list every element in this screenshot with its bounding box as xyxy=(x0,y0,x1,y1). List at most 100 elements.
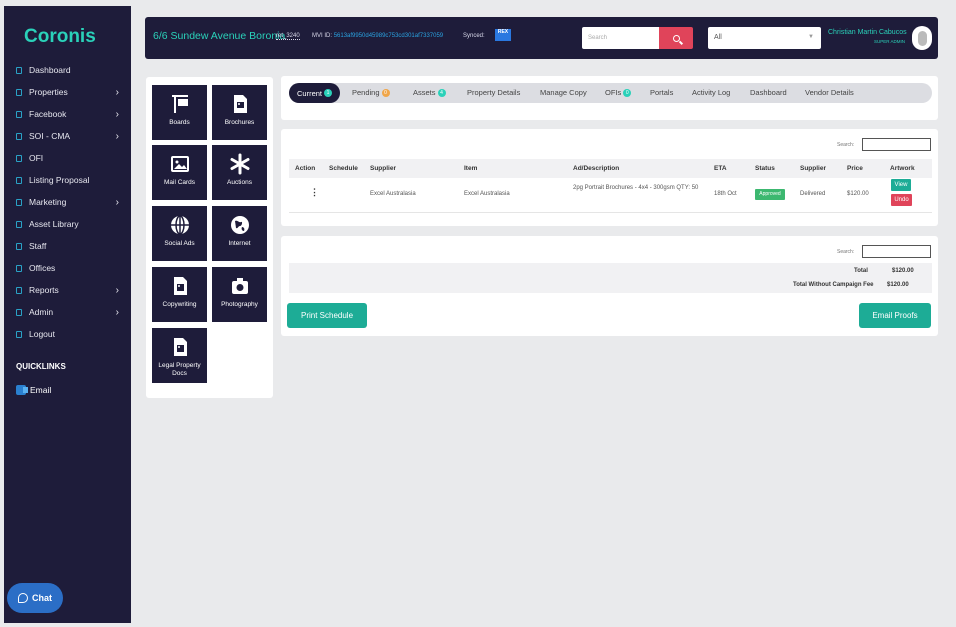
quicklink-label: Email xyxy=(30,385,52,395)
tab-assets[interactable]: Assets 4 xyxy=(413,88,446,97)
outlook-icon xyxy=(16,385,28,395)
tabs-card: Current 1 Pending 0 Assets 4 Property Detai… xyxy=(281,76,938,120)
sidebar-item-label: Asset Library xyxy=(29,219,79,229)
column-header[interactable]: Action xyxy=(295,165,315,172)
tile-brochures[interactable]: Brochures xyxy=(212,85,267,140)
column-header[interactable]: Supplier xyxy=(370,165,396,172)
tab-pending[interactable]: Pending 0 xyxy=(352,88,390,97)
tile-boards[interactable]: Boards xyxy=(152,85,207,140)
sidebar-item-admin[interactable]: Admin › xyxy=(4,301,131,323)
sidebar-item-dashboard[interactable]: Dashboard xyxy=(4,59,131,81)
rex-sync-icon[interactable]: REX xyxy=(495,29,511,41)
mvi-id: MVI ID: 5613af9950d45989c753cd301af73370… xyxy=(312,33,443,39)
tab-activity-log[interactable]: Activity Log xyxy=(692,88,730,97)
sidebar-nav: Dashboard Properties › Facebook › SOI - CM… xyxy=(4,59,131,345)
tile-internet[interactable]: Internet xyxy=(212,206,267,261)
tile-legal-property-docs[interactable]: Legal Property Docs xyxy=(152,328,207,383)
count-badge: 4 xyxy=(437,88,446,97)
tile-copywriting[interactable]: Copywriting xyxy=(152,267,207,322)
column-header[interactable]: ETA xyxy=(714,165,727,172)
tile-mail-cards[interactable]: Mail Cards xyxy=(152,145,207,200)
column-header[interactable]: Ad/Description xyxy=(573,165,619,172)
count-badge: 0 xyxy=(623,88,632,97)
sidebar-item-asset-library[interactable]: Asset Library xyxy=(4,213,131,235)
sidebar-item-offices[interactable]: Offices xyxy=(4,257,131,279)
chat-button[interactable]: Chat xyxy=(7,583,63,613)
user-role: SUPER ADMIN xyxy=(874,39,906,44)
column-header[interactable]: Artwork xyxy=(890,165,915,172)
tile-label: Legal Property Docs xyxy=(158,362,201,377)
property-header: 6/6 Sundew Avenue Boronia ret_3240 MVI I… xyxy=(145,17,938,59)
sidebar-item-staff[interactable]: Staff xyxy=(4,235,131,257)
count-badge: 0 xyxy=(381,88,390,97)
quicklinks-heading: QUICKLINKS xyxy=(16,362,66,371)
view-button[interactable]: View xyxy=(891,179,911,191)
header-search-input[interactable]: Search xyxy=(582,27,660,49)
row-actions-icon[interactable]: ⋮ xyxy=(310,187,319,198)
column-header[interactable]: Status xyxy=(755,165,775,172)
avatar[interactable] xyxy=(912,26,932,50)
mvi-value[interactable]: 5613af9950d45989c753cd301af7337059 xyxy=(334,33,443,39)
tab-label: Portals xyxy=(650,88,674,97)
tab-ofis[interactable]: OFIs 0 xyxy=(605,88,632,97)
app-logo[interactable]: Coronis xyxy=(24,26,96,48)
sidebar-item-facebook[interactable]: Facebook › xyxy=(4,103,131,125)
tile-photography[interactable]: Photography xyxy=(212,267,267,322)
tab-property-details[interactable]: Property Details xyxy=(467,88,520,97)
cell-supplier: Excel Australasia xyxy=(370,191,416,197)
sidebar-item-reports[interactable]: Reports › xyxy=(4,279,131,301)
checkbox-icon xyxy=(16,154,22,162)
property-ret-id[interactable]: ret_3240 xyxy=(276,33,300,40)
tile-label: Internet xyxy=(228,240,251,247)
count-badge: 1 xyxy=(324,89,333,97)
filter-select[interactable]: All ▼ xyxy=(708,27,821,49)
sidebar-item-label: Admin xyxy=(29,307,54,317)
tile-auctions[interactable]: Auctions xyxy=(212,145,267,200)
tab-dashboard[interactable]: Dashboard xyxy=(750,88,787,97)
tab-label: Assets xyxy=(413,88,436,97)
sidebar-item-ofi[interactable]: OFI xyxy=(4,147,131,169)
tab-label: Manage Copy xyxy=(540,88,587,97)
user-name[interactable]: Christian Martin Cabucos xyxy=(828,29,907,36)
chevron-right-icon: › xyxy=(115,86,119,98)
tile-label: Photography xyxy=(221,301,258,308)
column-header[interactable]: Item xyxy=(464,165,477,172)
sidebar-item-label: Logout xyxy=(29,329,55,339)
tab-current[interactable]: Current 1 xyxy=(289,83,341,103)
print-schedule-button[interactable]: Print Schedule xyxy=(287,303,367,328)
image-icon xyxy=(170,156,189,172)
tile-label: Social Ads xyxy=(164,240,195,247)
checkbox-icon xyxy=(16,66,22,74)
column-header[interactable]: Schedule xyxy=(329,165,358,172)
tab-label: OFIs xyxy=(605,88,622,97)
mvi-label: MVI ID: xyxy=(312,33,333,39)
sidebar-item-listing-proposal[interactable]: Listing Proposal xyxy=(4,169,131,191)
tab-vendor-details[interactable]: Vendor Details xyxy=(805,88,854,97)
header-search-button[interactable] xyxy=(659,27,693,49)
email-proofs-button[interactable]: Email Proofs xyxy=(859,303,931,328)
sidebar-item-marketing[interactable]: Marketing › xyxy=(4,191,131,213)
sidebar-item-label: Reports xyxy=(29,285,59,295)
status-badge: Approved xyxy=(755,189,785,200)
chevron-right-icon: › xyxy=(115,196,119,208)
cell-item: Excel Australasia xyxy=(464,191,510,197)
tab-portals[interactable]: Portals xyxy=(650,88,673,97)
column-header[interactable]: Supplier xyxy=(800,165,826,172)
cell-eta: 18th Oct xyxy=(714,191,737,197)
tile-social-ads[interactable]: Social Ads xyxy=(152,206,207,261)
column-header[interactable]: Price xyxy=(847,165,863,172)
chevron-right-icon: › xyxy=(115,108,119,120)
undo-button[interactable]: Undo xyxy=(891,194,912,206)
tab-manage-copy[interactable]: Manage Copy xyxy=(540,88,587,97)
filter-select-value: All xyxy=(714,34,722,41)
totals-summary: Total $120.00 Total Without Campaign Fee… xyxy=(289,263,932,293)
sidebar-item-logout[interactable]: Logout xyxy=(4,323,131,345)
total-value: $120.00 xyxy=(892,268,914,274)
quicklink-email[interactable]: Email xyxy=(16,385,51,395)
table-row: ⋮ Excel Australasia Excel Australasia 2p… xyxy=(289,178,932,213)
totals-search-input[interactable] xyxy=(862,245,931,258)
table-search-input[interactable] xyxy=(862,138,931,151)
sidebar-item-properties[interactable]: Properties › xyxy=(4,81,131,103)
sidebar-item-soi-cma[interactable]: SOI - CMA › xyxy=(4,125,131,147)
property-address: 6/6 Sundew Avenue Boronia xyxy=(153,30,286,42)
